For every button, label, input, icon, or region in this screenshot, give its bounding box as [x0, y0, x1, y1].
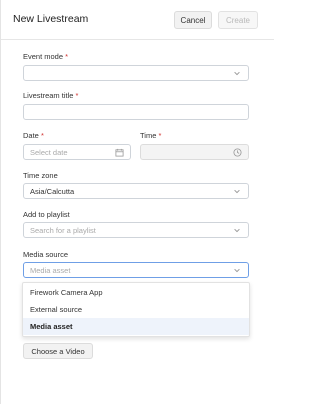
- option-external-source[interactable]: External source: [23, 301, 249, 318]
- chevron-down-icon: [234, 228, 240, 233]
- media-source-value: Media asset: [30, 265, 71, 275]
- panel-title: New Livestream: [13, 13, 89, 25]
- required-mark: *: [40, 131, 44, 140]
- time-label: Time *: [140, 131, 161, 140]
- clock-icon: [233, 148, 242, 157]
- playlist-placeholder: Search for a playlist: [30, 225, 96, 235]
- livestream-title-input[interactable]: [23, 104, 249, 120]
- chevron-down-icon: [234, 189, 240, 194]
- required-mark: *: [75, 91, 79, 100]
- calendar-icon: [115, 148, 124, 157]
- panel-header: New Livestream Cancel Create: [1, 0, 274, 40]
- chevron-down-icon: [234, 71, 240, 76]
- event-mode-select[interactable]: [23, 65, 249, 81]
- time-zone-value: Asia/Calcutta: [30, 186, 75, 196]
- media-source-dropdown: Firework Camera App External source Medi…: [22, 282, 250, 337]
- playlist-search-input[interactable]: Search for a playlist: [23, 222, 249, 238]
- date-label: Date *: [23, 131, 44, 140]
- time-zone-select[interactable]: Asia/Calcutta: [23, 183, 249, 199]
- chevron-down-icon: [234, 268, 240, 273]
- media-source-select[interactable]: Media asset: [23, 262, 249, 278]
- create-button[interactable]: Create: [218, 11, 258, 29]
- option-firework-camera-app[interactable]: Firework Camera App: [23, 284, 249, 301]
- choose-video-button[interactable]: Choose a Video: [23, 343, 93, 359]
- date-label-text: Date: [23, 131, 39, 140]
- livestream-title-label: Livestream title *: [23, 91, 78, 100]
- media-source-label: Media source: [23, 250, 69, 259]
- cancel-button[interactable]: Cancel: [174, 11, 212, 29]
- new-livestream-panel: New Livestream Cancel Create Event mode …: [0, 0, 274, 404]
- date-input[interactable]: Select date: [23, 144, 131, 160]
- time-label-text: Time: [140, 131, 157, 140]
- event-mode-label-text: Event mode: [23, 52, 64, 61]
- required-mark: *: [65, 52, 69, 61]
- time-zone-label: Time zone: [23, 171, 58, 180]
- option-media-asset[interactable]: Media asset: [23, 318, 249, 335]
- event-mode-label: Event mode *: [23, 52, 68, 61]
- playlist-label: Add to playlist: [23, 210, 70, 219]
- date-placeholder: Select date: [30, 147, 68, 157]
- required-mark: *: [158, 131, 162, 140]
- time-input[interactable]: [140, 144, 249, 160]
- livestream-title-label-text: Livestream title: [23, 91, 74, 100]
